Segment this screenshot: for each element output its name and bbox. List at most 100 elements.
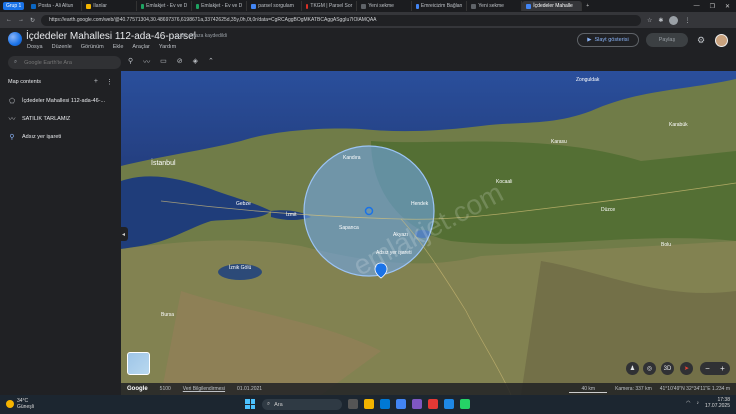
pinned-apps [348,399,470,409]
menu-item[interactable]: Ekle [113,44,124,50]
search-box[interactable]: ⌕ [8,56,121,69]
edge-icon[interactable] [380,399,390,409]
user-avatar[interactable] [715,34,728,47]
tab-favicon-icon [471,3,477,9]
gear-icon[interactable]: ⚙ [697,35,705,46]
ruler-icon[interactable]: ▭ [160,57,167,67]
cursor-coordinates: 41°10'49"N 32°34'11"E 1.234 m [659,385,730,392]
wifi-icon[interactable]: ◠ [686,400,690,406]
menu-item[interactable]: Dosya [27,44,43,50]
imagery-scale: 5100 [159,386,171,392]
map-contents-panel: Map contents + ⋮ ⬠ İçdedeler Mahallesi 112… [0,71,121,395]
compass-icon[interactable]: ➤ [680,362,693,375]
browser-tab[interactable]: İçdedeler Mahalle [522,1,583,11]
extensions-icon[interactable]: ✱ [658,17,663,24]
new-tab-icon[interactable]: + [582,3,593,9]
browser-menu-icon[interactable]: ⋮ [684,17,690,24]
tab-favicon-icon [251,3,257,9]
place-label: Kandıra [343,155,361,161]
reload-icon[interactable]: ↻ [30,17,35,24]
minimize-icon[interactable]: — [694,3,700,10]
tab-title: Yeni sekme [478,3,504,9]
play-icon: ▶ [587,37,592,43]
placemark-tool-icon[interactable]: ⚲ [128,57,133,67]
browser-tab[interactable]: Yeni sekme [357,1,413,11]
path-tool-icon[interactable]: 〰 [143,57,150,67]
map-style-thumbnail[interactable] [127,352,150,375]
browser-tab[interactable]: TKGM | Parsel Sor [302,1,358,11]
menu-bar: Dosya Düzenle Görünüm Ekle Araçlar Yardım [27,44,176,50]
tab-favicon-icon [361,3,367,9]
browser-tab[interactable]: Ilanlar [82,1,138,11]
layers-icon[interactable]: ◈ [193,57,198,67]
saved-status-text: Bu cihaza kaydedildi [181,33,227,39]
app-icon[interactable] [412,399,422,409]
more-icon[interactable]: ⋮ [106,78,113,86]
add-icon[interactable]: + [94,78,98,86]
map-contents-item-label: İçdedeler Mahallesi 112-ada-46-... [22,98,106,104]
task-view-icon[interactable] [348,399,358,409]
tab-favicon-icon [196,3,200,9]
street-view-icon[interactable]: ♟ [626,362,639,375]
forward-icon[interactable]: → [18,17,24,23]
close-icon[interactable]: ✕ [725,3,730,10]
tab-favicon-icon [306,3,309,9]
browser-tab[interactable]: parsel sorgulam [247,1,303,11]
satellite-map[interactable]: Zonguldak Karabük İstanbul Kandıra Gebze İzmi… [121,71,736,395]
chrome-icon[interactable] [396,399,406,409]
map-contents-item[interactable]: 〰 SATILIK TARLAMIZ [0,110,121,128]
tab-favicon-icon [141,3,145,9]
project-title[interactable]: İçdedeler Mahallesi 112-ada-46-parsel [26,31,196,42]
google-brand: Google [127,386,148,392]
history-icon[interactable]: ⊘ [177,57,183,67]
taskbar-search-label: Ara [274,401,283,408]
browser-tab[interactable]: Yeni sekme [467,1,523,11]
tab-group-label[interactable]: Grup 1 [3,2,25,10]
sun-icon [6,400,14,408]
zoom-out-button[interactable]: − [705,364,710,373]
menu-item[interactable]: Görünüm [81,44,104,50]
zoom-in-button[interactable]: + [720,364,725,373]
map-view[interactable]: Zonguldak Karabük İstanbul Kandıra Gebze İzmi… [121,71,736,395]
app-icon[interactable] [444,399,454,409]
window-controls: — ❐ ✕ [694,3,736,10]
browser-tab[interactable]: Emlakjet - Ev ve D [137,1,193,11]
menu-item[interactable]: Araçlar [132,44,149,50]
file-explorer-icon[interactable] [364,399,374,409]
url-field[interactable]: https://earth.google.com/web/@40.7757130… [41,14,642,26]
maximize-icon[interactable]: ❐ [710,3,715,10]
whatsapp-icon[interactable] [460,399,470,409]
map-contents-item-label: SATILIK TARLAMIZ [22,116,71,122]
chevron-up-icon[interactable]: ⌃ [208,57,214,67]
app-icon[interactable] [428,399,438,409]
tab-favicon-icon [526,3,532,9]
map-contents-item[interactable]: ⚲ Adsız yer işareti [0,128,121,146]
browser-profile-avatar[interactable] [669,15,679,25]
collapse-panel-button[interactable]: ◂ [119,227,128,241]
slideshow-button[interactable]: ▶ Slayt gösterisi [577,33,639,47]
share-button[interactable]: Paylaş [646,33,688,47]
zoom-control: − + [700,362,730,375]
weather-widget[interactable]: 34°C Güneşli [6,398,34,410]
data-attribution-link[interactable]: Veri Bilgilendirmesi [183,386,225,392]
browser-tab[interactable]: Emlakjet - Ev ve D [192,1,248,11]
back-icon[interactable]: ← [6,17,12,23]
menu-item[interactable]: Yardım [159,44,176,50]
location-icon[interactable]: ◎ [643,362,656,375]
volume-icon[interactable]: ♪ [696,400,699,406]
placemark-icon: ⚲ [9,134,15,141]
clock[interactable]: 17:38 17.07.2025 [705,397,730,409]
search-input[interactable] [24,59,105,66]
bookmark-star-icon[interactable]: ☆ [647,17,652,24]
browser-tab[interactable]: Posta - Ali Altun [27,1,83,11]
start-button[interactable] [245,399,255,409]
tab-title: Emlakjet - Ev ve D [201,3,243,9]
map-contents-item[interactable]: ⬠ İçdedeler Mahallesi 112-ada-46-... [0,92,121,110]
menu-item[interactable]: Düzenle [52,44,72,50]
taskbar-search[interactable]: ⌕ Ara [262,399,342,410]
tab-title: Yeni sekme [368,3,394,9]
google-earth-logo [8,32,22,46]
toggle-3d-button[interactable]: 3D [661,362,674,375]
tab-title: Posta - Ali Altun [38,3,74,9]
browser-tab[interactable]: Emreicizim Bağlan [412,1,468,11]
